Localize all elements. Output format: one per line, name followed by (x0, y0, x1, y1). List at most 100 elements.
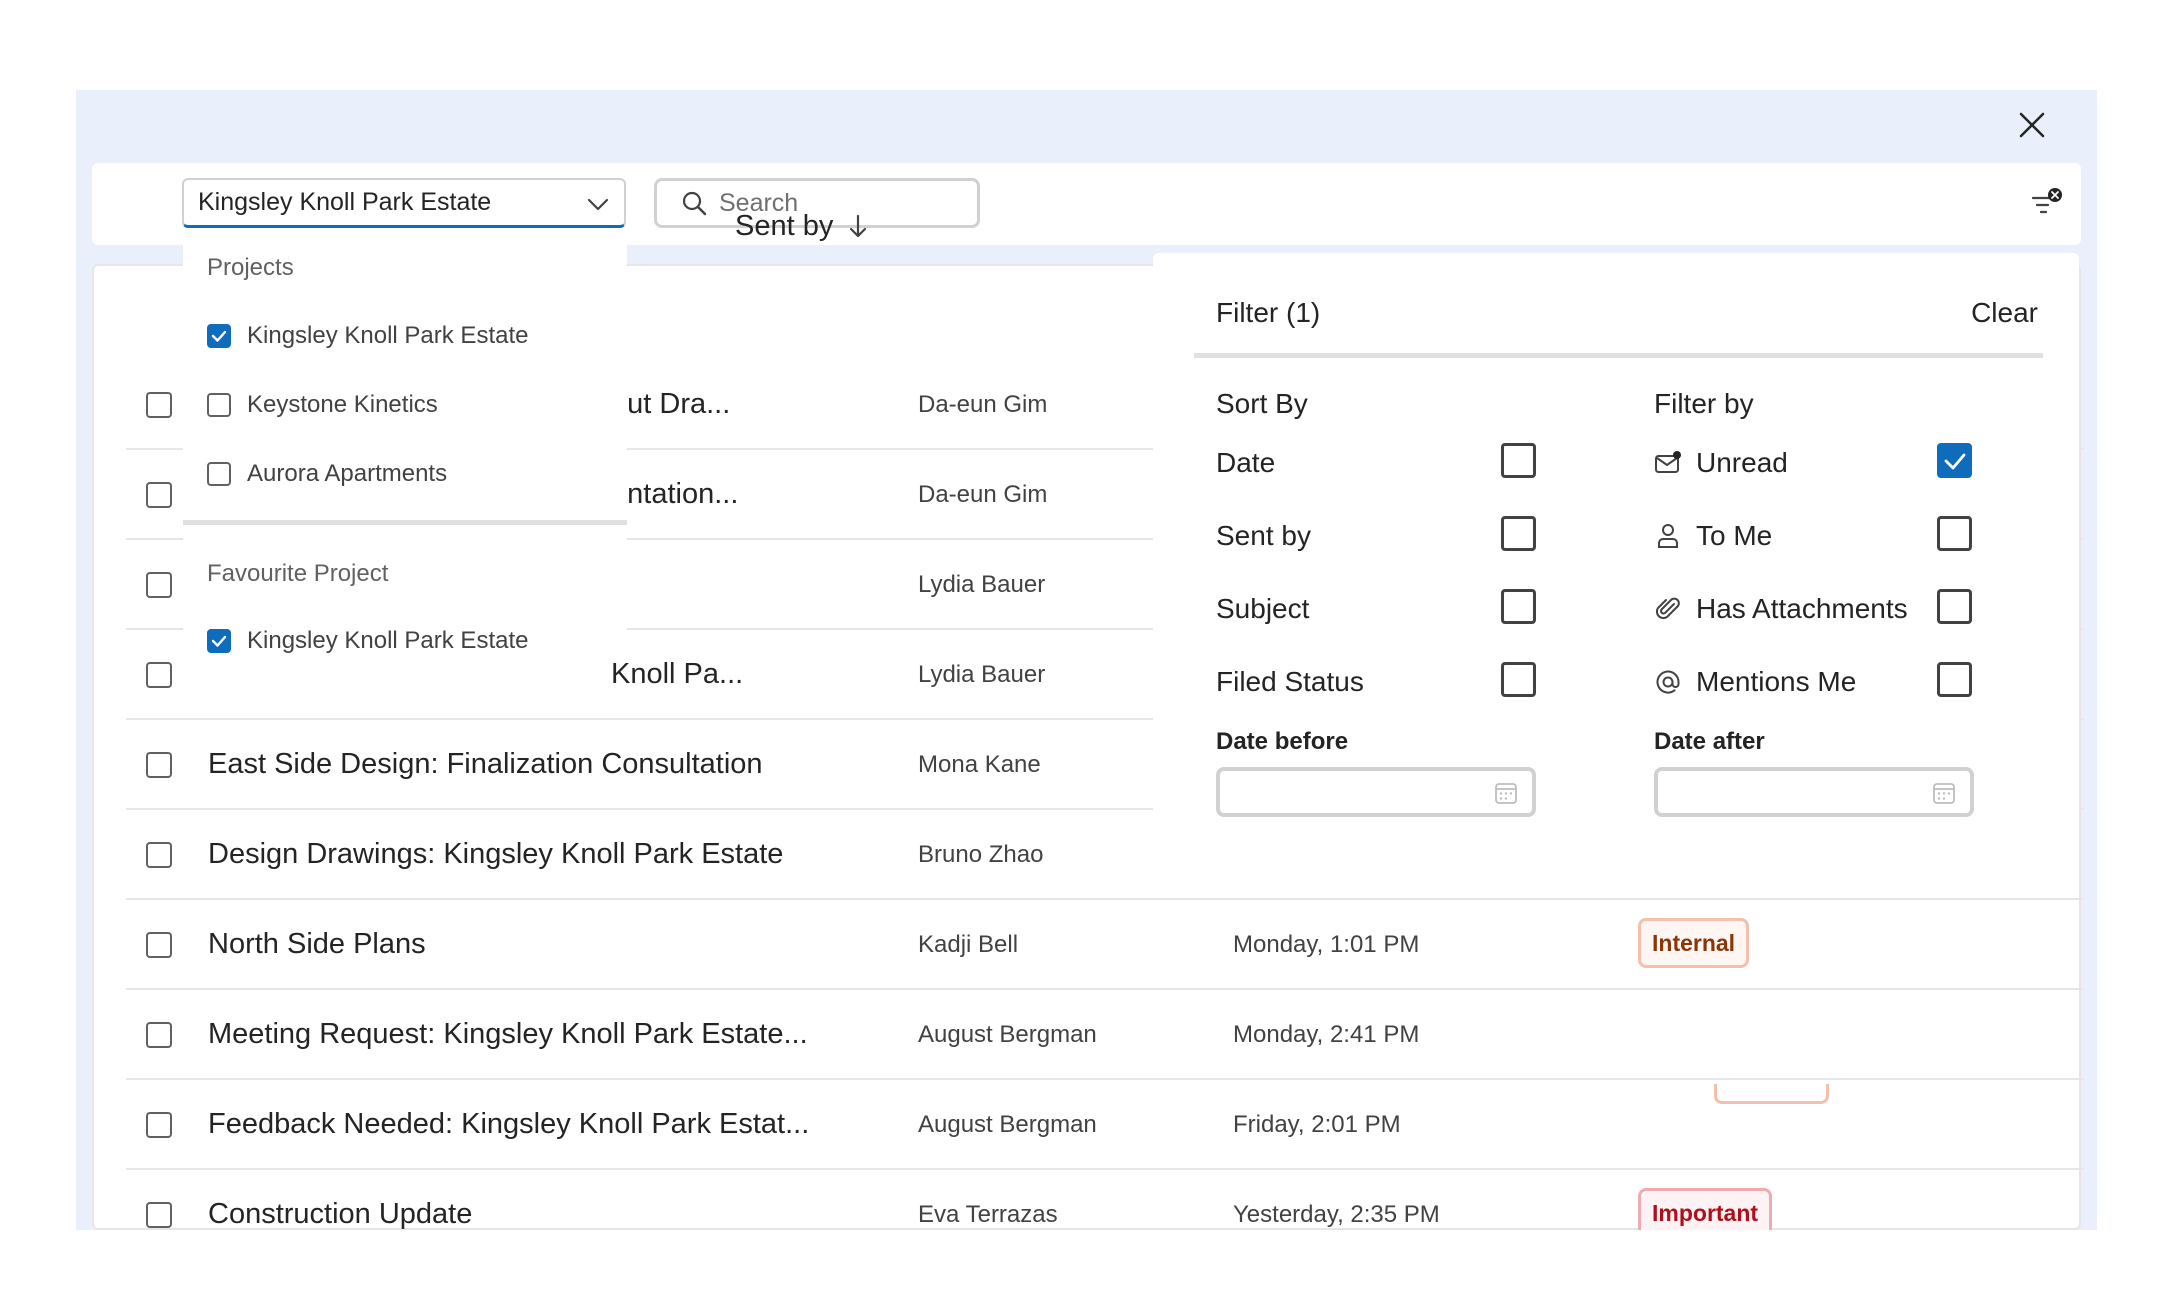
sort-filed-status-label: Filed Status (1216, 666, 1364, 697)
filter-attachments-option: Has Attachments (1654, 589, 1908, 629)
row-checkbox[interactable] (146, 932, 172, 958)
row-sender: Bruno Zhao (918, 841, 1044, 868)
checkbox-checked (207, 324, 231, 348)
row-date: Monday, 1:01 PM (1233, 931, 1420, 958)
sort-date-checkbox[interactable] (1501, 443, 1536, 478)
date-after-input[interactable] (1668, 777, 1918, 809)
arrow-down-icon (850, 214, 867, 237)
mention-icon (1656, 670, 1680, 694)
row-date: Monday, 2:41 PM (1233, 1021, 1420, 1048)
sent-by-column-header[interactable]: Sent by (735, 210, 869, 243)
sort-subject-label: Subject (1216, 593, 1310, 624)
person-icon (1658, 524, 1678, 548)
row-subject: East Side Design: Finalization Consultat… (208, 748, 763, 780)
checkbox-unchecked (207, 393, 231, 417)
filter-unread-checkbox[interactable] (1937, 443, 1972, 478)
close-button[interactable] (2007, 100, 2057, 150)
sort-sent-by-label: Sent by (1216, 520, 1311, 551)
search-icon (682, 191, 707, 216)
row-sender: Da-eun Gim (918, 481, 1048, 508)
row-subject: entation... (611, 478, 739, 510)
row-date: Friday, 2:01 PM (1233, 1111, 1401, 1138)
table-row[interactable]: North Side Plans Kadji Bell Monday, 1:01… (126, 900, 2084, 990)
row-sender: Da-eun Gim (918, 391, 1048, 418)
row-checkbox[interactable] (146, 1022, 172, 1048)
filter-title: Filter (1) (1216, 297, 1321, 328)
chevron-down-icon (587, 198, 609, 211)
row-checkbox[interactable] (146, 842, 172, 868)
calendar-icon[interactable] (1494, 781, 1518, 805)
dropdown-divider (183, 520, 627, 525)
row-subject: Construction Update (208, 1198, 473, 1230)
filter-to-me-option: To Me (1654, 516, 1772, 556)
row-sender: Eva Terrazas (918, 1201, 1058, 1228)
sort-by-header: Sort By (1216, 388, 1308, 419)
table-row[interactable]: Construction Update Eva Terrazas Yesterd… (126, 1170, 2084, 1230)
project-option-label: Keystone Kinetics (247, 391, 438, 418)
project-dropdown[interactable]: Kingsley Knoll Park Estate (182, 178, 626, 228)
date-after-label: Date after (1654, 728, 1765, 755)
date-after-picker (1654, 767, 1974, 817)
checkbox-unchecked (207, 462, 231, 486)
sort-sent-by-checkbox[interactable] (1501, 516, 1536, 551)
date-before-picker (1216, 767, 1536, 817)
row-checkbox[interactable] (146, 662, 172, 688)
filter-unread-option: Unread (1654, 443, 1788, 483)
internal-tag: Internal (1638, 918, 1750, 968)
filter-unread-label: Unread (1696, 447, 1788, 478)
row-checkbox[interactable] (146, 1202, 172, 1228)
row-checkbox[interactable] (146, 1112, 172, 1138)
filter-mentions-label: Mentions Me (1696, 666, 1857, 697)
row-sender: Kadji Bell (918, 931, 1019, 958)
row-sender: Lydia Bauer (918, 661, 1046, 688)
favourite-section-header: Favourite Project (207, 560, 389, 587)
row-sender: August Bergman (918, 1111, 1097, 1138)
date-before-label: Date before (1216, 728, 1349, 755)
mail-unread-icon (1655, 451, 1681, 473)
project-option-aurora[interactable]: Aurora Apartments (207, 454, 447, 494)
table-row[interactable]: Meeting Request: Kingsley Knoll Park Est… (126, 990, 2084, 1080)
filter-to-me-checkbox[interactable] (1937, 516, 1972, 551)
row-checkbox[interactable] (146, 752, 172, 778)
row-sender: Lydia Bauer (918, 571, 1046, 598)
tag-partially-hidden (1714, 1084, 1829, 1104)
filter-toggle-button[interactable] (2027, 183, 2067, 223)
clear-filter-button[interactable]: Clear (1971, 297, 2038, 329)
row-subject: Feedback Needed: Kingsley Knoll Park Est… (208, 1108, 810, 1140)
filter-mentions-option: Mentions Me (1654, 662, 1856, 702)
project-option-kingsley[interactable]: Kingsley Knoll Park Estate (207, 316, 528, 356)
sort-subject-checkbox[interactable] (1501, 589, 1536, 624)
row-subject: out Dra... (611, 388, 731, 420)
row-checkbox[interactable] (146, 482, 172, 508)
row-sender: August Bergman (918, 1021, 1097, 1048)
calendar-icon[interactable] (1932, 781, 1956, 805)
checkmark-icon (211, 635, 227, 647)
sort-filed-status-checkbox[interactable] (1501, 662, 1536, 697)
filter-attachments-checkbox[interactable] (1937, 589, 1972, 624)
project-option-label: Kingsley Knoll Park Estate (247, 322, 529, 349)
row-checkbox[interactable] (146, 572, 172, 598)
favourite-option-label: Kingsley Knoll Park Estate (247, 627, 529, 654)
filter-to-me-label: To Me (1696, 520, 1773, 551)
row-subject: North Side Plans (208, 928, 426, 960)
filter-by-header: Filter by (1654, 388, 1754, 419)
checkbox-checked (207, 629, 231, 653)
paperclip-icon (1655, 597, 1680, 620)
checkmark-icon (1944, 453, 1965, 469)
project-option-keystone[interactable]: Keystone Kinetics (207, 385, 438, 425)
favourite-option-kingsley[interactable]: Kingsley Knoll Park Estate (207, 621, 528, 661)
project-option-label: Aurora Apartments (247, 460, 448, 487)
filter-panel: Filter (1) Clear Sort By Filter by Date … (1153, 253, 2079, 865)
close-icon (2019, 112, 2045, 138)
filter-mentions-checkbox[interactable] (1937, 662, 1972, 697)
row-subject: Design Drawings: Kingsley Knoll Park Est… (208, 838, 784, 870)
date-before-input[interactable] (1230, 777, 1480, 809)
row-subject: Knoll Pa... (611, 658, 744, 690)
row-checkbox[interactable] (146, 392, 172, 418)
row-date: Yesterday, 2:35 PM (1233, 1201, 1440, 1228)
row-subject: Meeting Request: Kingsley Knoll Park Est… (208, 1018, 808, 1050)
filter-attachments-label: Has Attachments (1696, 593, 1908, 624)
project-dropdown-value: Kingsley Knoll Park Estate (198, 188, 492, 216)
row-sender: Mona Kane (918, 751, 1041, 778)
important-tag: Important (1638, 1188, 1773, 1230)
